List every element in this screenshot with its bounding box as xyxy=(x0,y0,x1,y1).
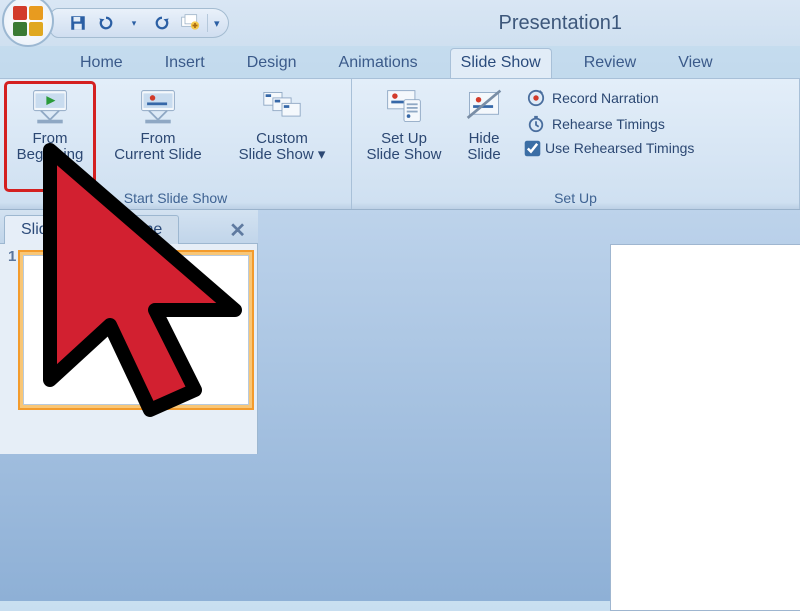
tab-animations[interactable]: Animations xyxy=(329,49,428,78)
use-rehearsed-timings-checkbox[interactable]: Use Rehearsed Timings xyxy=(522,137,698,159)
hide-slide-icon xyxy=(460,85,508,129)
group-setup-label: Set Up xyxy=(358,190,793,209)
tab-slide-show[interactable]: Slide Show xyxy=(450,48,552,78)
workspace: Slides Outline ✕ 1 xyxy=(0,210,800,601)
ribbon: From Beginning From Current Slide Custom… xyxy=(0,78,800,210)
qat-customize-icon[interactable]: ▾ xyxy=(214,17,220,30)
from-current-slide-button[interactable]: From Current Slide xyxy=(98,83,218,190)
use-rehearsed-check[interactable] xyxy=(525,140,541,156)
tab-review[interactable]: Review xyxy=(574,49,646,78)
pane-close-icon[interactable]: ✕ xyxy=(229,218,246,243)
slide-number: 1 xyxy=(8,248,16,265)
projector-current-icon xyxy=(134,85,182,129)
hide-slide-label: Hide Slide xyxy=(467,131,500,163)
tab-home[interactable]: Home xyxy=(70,49,133,78)
new-slide-icon[interactable] xyxy=(179,12,201,34)
group-start-slide-show: From Beginning From Current Slide Custom… xyxy=(0,79,352,209)
use-rehearsed-label: Use Rehearsed Timings xyxy=(545,140,694,156)
group-start-label: Start Slide Show xyxy=(6,190,345,209)
record-narration-label: Record Narration xyxy=(552,90,659,106)
rehearse-timings-button[interactable]: Rehearse Timings xyxy=(522,111,698,137)
tab-view[interactable]: View xyxy=(668,49,722,78)
record-narration-button[interactable]: Record Narration xyxy=(522,85,698,111)
record-icon xyxy=(526,88,546,108)
hide-slide-button[interactable]: Hide Slide xyxy=(454,83,514,190)
quick-access-toolbar: ▾ ▾ xyxy=(48,8,229,38)
rehearse-timings-label: Rehearse Timings xyxy=(552,116,665,132)
from-beginning-button[interactable]: From Beginning xyxy=(6,83,94,190)
from-beginning-label: From Beginning xyxy=(17,131,84,163)
from-current-label: From Current Slide xyxy=(114,131,202,163)
pane-tab-outline[interactable]: Outline xyxy=(81,215,180,244)
custom-show-label: Custom Slide Show ▾ xyxy=(239,131,326,163)
qat-separator xyxy=(207,14,208,32)
tab-insert[interactable]: Insert xyxy=(155,49,215,78)
title-bar: ▾ ▾ Presentation1 xyxy=(0,0,800,46)
undo-icon[interactable] xyxy=(95,12,117,34)
tab-design[interactable]: Design xyxy=(237,49,307,78)
setup-icon xyxy=(380,85,428,129)
slide-editor[interactable] xyxy=(610,244,800,611)
undo-split-icon[interactable]: ▾ xyxy=(123,12,145,34)
rehearse-icon xyxy=(526,114,546,134)
office-logo-icon xyxy=(2,0,54,47)
chevron-down-icon: ▾ xyxy=(318,146,326,163)
save-icon[interactable] xyxy=(67,12,89,34)
custom-show-icon xyxy=(258,85,306,129)
ribbon-tabs: Home Insert Design Animations Slide Show… xyxy=(0,46,800,78)
custom-slide-show-button[interactable]: Custom Slide Show ▾ xyxy=(222,83,342,190)
pane-tab-slides[interactable]: Slides xyxy=(4,215,82,244)
office-button[interactable] xyxy=(2,0,58,51)
set-up-slide-show-button[interactable]: Set Up Slide Show xyxy=(358,83,450,190)
slides-pane: Slides Outline ✕ 1 xyxy=(0,210,258,454)
slide-thumbnail[interactable] xyxy=(18,250,254,410)
window-title: Presentation1 xyxy=(499,12,622,35)
setup-label: Set Up Slide Show xyxy=(366,131,441,163)
redo-icon[interactable] xyxy=(151,12,173,34)
group-set-up: Set Up Slide Show Hide Slide Record Narr… xyxy=(352,79,800,209)
projector-play-icon xyxy=(26,85,74,129)
